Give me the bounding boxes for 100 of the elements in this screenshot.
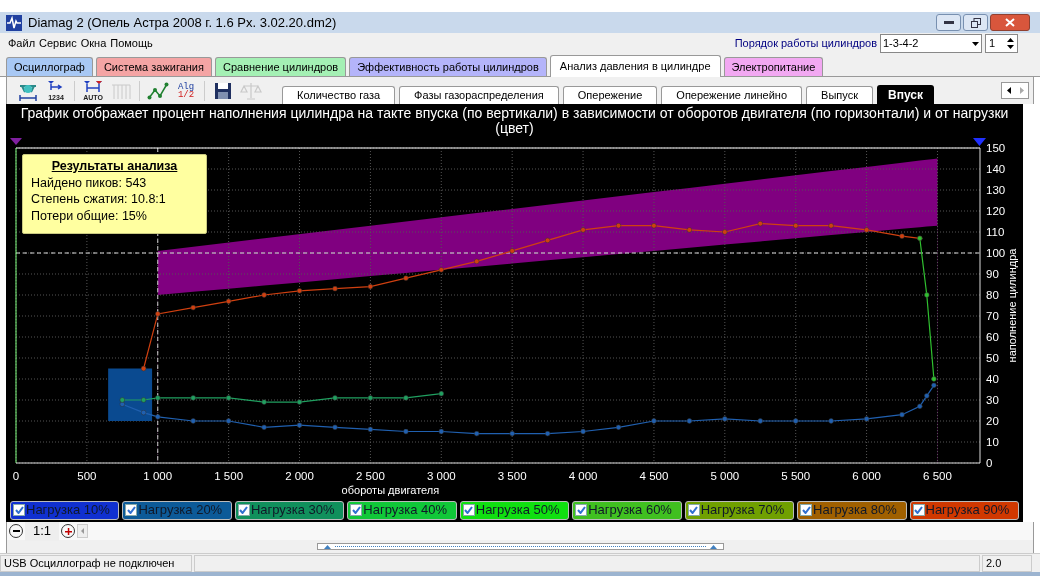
x-tick-label: 500 (77, 470, 97, 482)
marker-triangle-icon (10, 138, 22, 145)
y-tick-label: 10 (986, 436, 999, 448)
y-tick-label: 40 (986, 373, 999, 385)
cylinder-order-label: Порядок работы цилиндров (734, 36, 877, 52)
auto-icon (82, 79, 104, 94)
legend-item[interactable]: Нагрузка 60% (572, 500, 682, 520)
status-message: USB Осциллограф не подключен (0, 554, 192, 572)
y-tick-label: 70 (986, 310, 999, 322)
y-tick-label: 30 (986, 394, 999, 406)
legend-item[interactable]: Нагрузка 40% (347, 500, 457, 520)
minimize-icon (943, 21, 954, 24)
y-tick-label: 0 (986, 457, 993, 469)
y-tick-label: 90 (986, 268, 999, 280)
checkbox[interactable] (575, 504, 588, 516)
legend-label: Нагрузка 80% (813, 501, 897, 520)
subtab[interactable]: Количество газа (282, 86, 396, 104)
restore-icon (970, 17, 981, 28)
results-line: Степень сжатия: 10.8:1 (31, 191, 167, 208)
toolbar-button[interactable]: Alg 1/2 (173, 78, 199, 103)
restore-button[interactable] (963, 14, 988, 31)
up-arrow-icon (709, 544, 717, 549)
menu-item[interactable]: Файл (8, 35, 36, 52)
menu-item[interactable]: Помощь (110, 35, 153, 52)
legend-label: Нагрузка 50% (475, 501, 560, 520)
subtab[interactable]: Фазы газораспределения (399, 86, 559, 104)
y-tick-label: 110 (986, 226, 1005, 238)
x-tick-label: 2 000 (285, 470, 314, 482)
results-line: Найдено пиков: 543 (31, 174, 148, 191)
minus-icon (12, 530, 20, 532)
legend-label: Нагрузка 90% (925, 501, 1010, 520)
y-tick-label: 50 (986, 352, 999, 364)
chart-title: График отображает процент наполнения цилиндра на такте впуска (по вертикали) в зависимости от оборотов двигателя (по горизонтали) и от нагрузки (цвет) (19, 104, 1010, 137)
legend-label: Нагрузка 20% (138, 501, 223, 520)
checkbox[interactable] (800, 504, 813, 516)
app-icon (6, 14, 22, 31)
x-tick-label: 0 (12, 470, 20, 482)
legend-label: Нагрузка 10% (26, 501, 110, 520)
selection-rectangle (108, 368, 153, 421)
results-title: Результаты анализа (50, 158, 179, 175)
checkbox[interactable] (125, 504, 138, 516)
subtab[interactable]: Опережение (562, 86, 658, 104)
tab[interactable]: Осциллограф (6, 57, 93, 76)
y-tick-label: 130 (986, 184, 1006, 196)
spin-arrows-icon (1007, 38, 1014, 49)
legend-label: Нагрузка 70% (700, 501, 785, 520)
close-icon (1005, 18, 1015, 27)
legend-label: Нагрузка 40% (363, 501, 448, 520)
checkbox[interactable] (687, 504, 700, 516)
zoom-scale: 1:1 (25, 521, 60, 541)
checkbox[interactable] (237, 504, 250, 516)
y-tick-label: 150 (986, 142, 1006, 154)
checkbox[interactable] (912, 504, 925, 516)
legend-item[interactable]: Нагрузка 80% (797, 500, 907, 520)
window-title: Diamag 2 (Опель Астра 2008 г. 1.6 Px. 3.02.20.dm2) (28, 13, 337, 32)
right-arrow-icon (1019, 87, 1024, 94)
cylinder-spinner[interactable]: 1 (985, 34, 1018, 53)
y-tick-label: 120 (986, 205, 1006, 217)
left-arrow-icon (81, 528, 85, 534)
results-line: Потери общие: 15% (31, 207, 148, 224)
tab[interactable]: Эффективность работы цилиндров (349, 57, 547, 76)
x-tick-label: 5 000 (710, 470, 740, 482)
legend-item[interactable]: Нагрузка 90% (909, 500, 1019, 520)
y-tick-label: 60 (986, 331, 999, 343)
close-button[interactable] (990, 14, 1030, 31)
legend-item[interactable]: Нагрузка 70% (684, 500, 795, 520)
x-tick-label: 5 500 (781, 470, 811, 482)
legend-item[interactable]: Нагрузка 30% (234, 500, 345, 520)
x-tick-label: 1 500 (214, 470, 244, 482)
menu-item[interactable]: Окна (80, 35, 107, 52)
y-tick-label: 80 (986, 289, 999, 301)
y-tick-label: 20 (986, 415, 999, 427)
x-tick-label: 4 000 (568, 470, 598, 482)
caret-icon (972, 41, 979, 46)
subtab[interactable]: Выпуск (806, 86, 873, 104)
cylinder-order-dropdown[interactable]: 1-3-4-2 (880, 34, 982, 53)
splitter-handle[interactable] (316, 543, 724, 550)
checkbox[interactable] (350, 504, 363, 516)
tab[interactable]: Сравнение цилиндров (215, 57, 347, 76)
subtab[interactable]: Опережение линейно (661, 86, 803, 104)
y-tick-label: 100 (986, 247, 1006, 259)
legend-item[interactable]: Нагрузка 50% (459, 500, 570, 520)
checkbox[interactable] (13, 504, 25, 516)
menu-item[interactable]: Сервис (39, 35, 77, 52)
minimize-button[interactable] (936, 14, 961, 31)
plus-icon (64, 527, 72, 535)
y-axis-label: наполнение цилиндра (1006, 248, 1018, 363)
left-arrow-icon (1006, 87, 1011, 94)
y-tick-label: 140 (986, 163, 1006, 175)
x-tick-label: 6 500 (923, 470, 952, 482)
tab[interactable]: Электропитание (723, 57, 824, 76)
up-arrow-icon (323, 544, 331, 549)
checkbox[interactable] (462, 504, 475, 516)
subtab[interactable]: Впуск (876, 85, 934, 104)
tab[interactable]: Система зажигания (95, 57, 212, 76)
marker-triangle-icon (973, 138, 986, 146)
x-tick-label: 4 500 (639, 470, 669, 482)
tab[interactable]: Анализ давления в цилиндре (549, 55, 721, 77)
x-tick-label: 6 000 (852, 470, 881, 482)
x-tick-label: 2 500 (356, 470, 385, 482)
